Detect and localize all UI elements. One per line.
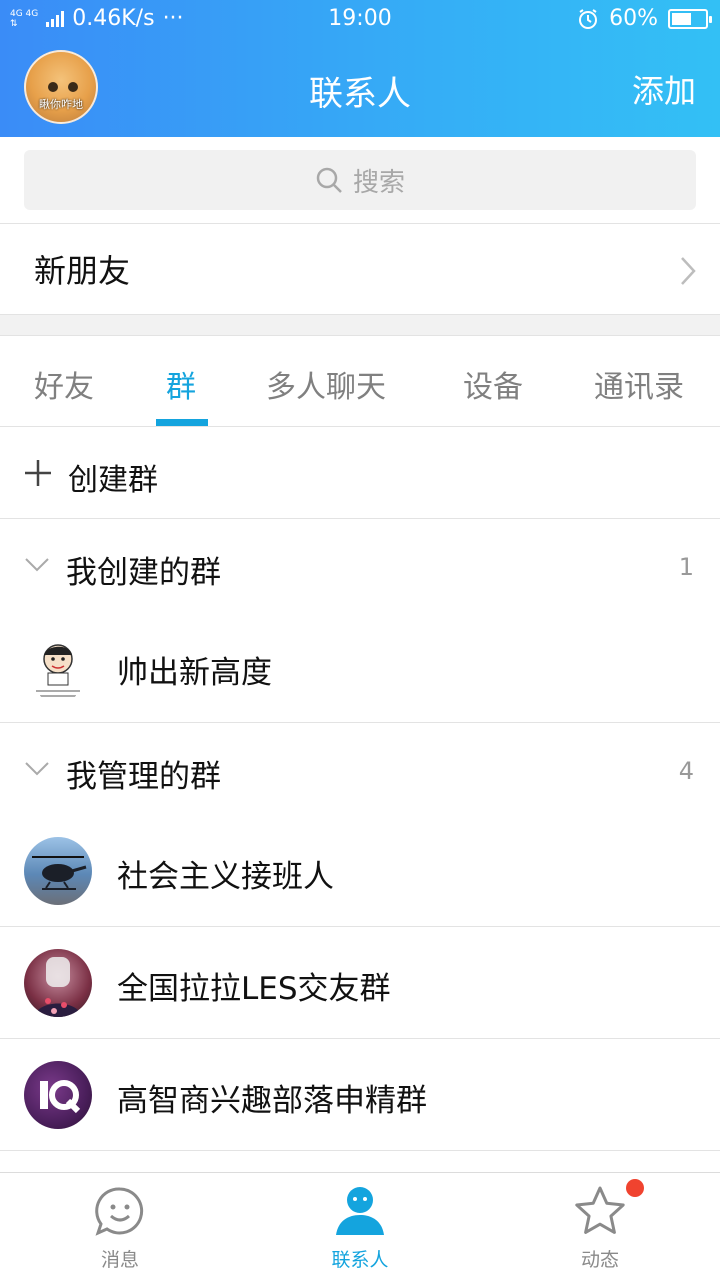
- group-avatar: [24, 949, 92, 1017]
- search-input[interactable]: 搜索: [24, 150, 696, 210]
- group-avatar: [24, 633, 92, 701]
- group-row[interactable]: 高智商兴趣部落申精群: [0, 1039, 720, 1150]
- section-spacer: [0, 315, 720, 336]
- section-created-groups[interactable]: 我创建的群 1: [0, 519, 720, 611]
- nav-label: 消息: [100, 1249, 139, 1271]
- status-bar: 4G 4G ⇅ 0.46K/s ··· 19:00 60%: [0, 0, 720, 38]
- section-count: 1: [678, 553, 694, 581]
- search-icon: [316, 167, 342, 193]
- header: 4G 4G ⇅ 0.46K/s ··· 19:00 60% 瞅你咋地 联系人 添加: [0, 0, 720, 137]
- group-row[interactable]: 帅出新高度: [0, 611, 720, 722]
- new-friends-label: 新朋友: [34, 252, 131, 290]
- section-title: 我创建的群: [66, 555, 221, 591]
- section-title: 我管理的群: [66, 759, 221, 795]
- chevron-down-icon: [25, 558, 49, 572]
- notification-badge: [626, 1179, 644, 1197]
- search-bar-container: 搜索: [0, 137, 720, 224]
- tab-multi-chat[interactable]: 多人聊天: [266, 362, 386, 406]
- page-title: 联系人: [309, 74, 411, 114]
- chevron-down-icon: [25, 762, 49, 776]
- create-group-label: 创建群: [68, 463, 158, 498]
- section-count: 4: [678, 757, 694, 785]
- divider: [0, 1150, 720, 1151]
- create-group-row[interactable]: 创建群: [0, 427, 720, 519]
- battery-icon: [668, 8, 712, 29]
- add-button[interactable]: 添加: [632, 66, 696, 112]
- nav-label: 动态: [580, 1249, 619, 1271]
- battery-percent: 60%: [609, 6, 658, 31]
- active-tab-indicator: [156, 419, 208, 426]
- tab-friends[interactable]: 好友: [34, 362, 94, 406]
- nav-feed[interactable]: 动态: [480, 1173, 720, 1280]
- bottom-navigation: 消息 联系人 动态: [0, 1172, 720, 1280]
- nav-messages[interactable]: 消息: [0, 1173, 240, 1280]
- person-icon: [336, 1187, 384, 1235]
- group-avatar: [24, 837, 92, 905]
- new-friends-row[interactable]: 新朋友: [0, 224, 720, 315]
- plus-icon: [25, 460, 51, 486]
- contacts-tabs: 好友 群 多人聊天 设备 通讯录: [0, 336, 720, 427]
- tab-address-book[interactable]: 通讯录: [594, 362, 684, 406]
- search-placeholder: 搜索: [352, 167, 405, 198]
- chat-bubble-icon: [95, 1187, 144, 1236]
- chevron-right-icon: [681, 257, 696, 285]
- group-name: 全国拉拉LES交友群: [117, 971, 391, 1007]
- star-icon: [575, 1186, 625, 1234]
- group-avatar: [24, 1061, 92, 1129]
- group-name: 社会主义接班人: [117, 859, 334, 895]
- contacts-screen: 4G 4G ⇅ 0.46K/s ··· 19:00 60% 瞅你咋地 联系人 添加…: [0, 0, 720, 1280]
- alarm-icon: [579, 8, 598, 29]
- tab-devices[interactable]: 设备: [463, 362, 523, 406]
- group-row[interactable]: 社会主义接班人: [0, 815, 720, 926]
- tab-groups[interactable]: 群: [166, 362, 196, 406]
- group-name: 帅出新高度: [117, 655, 272, 691]
- section-managed-groups[interactable]: 我管理的群 4: [0, 723, 720, 815]
- nav-contacts[interactable]: 联系人: [240, 1173, 480, 1280]
- group-name: 高智商兴趣部落申精群: [117, 1083, 427, 1119]
- nav-label: 联系人: [331, 1249, 389, 1271]
- group-row[interactable]: 全国拉拉LES交友群: [0, 927, 720, 1038]
